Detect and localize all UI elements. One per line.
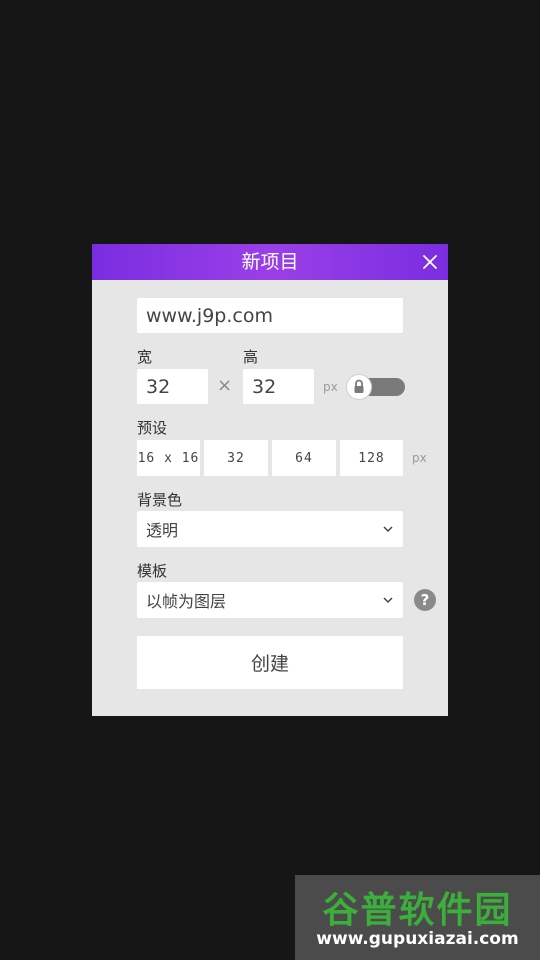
template-value: 以帧为图层 [146,592,227,611]
height-value: 32 [252,375,277,398]
times-symbol: × [217,375,233,396]
help-icon[interactable]: ? [414,589,436,611]
size-unit: px [323,380,338,394]
height-input[interactable]: 32 [243,369,314,404]
dialog-header: 新项目 [92,244,448,280]
template-select[interactable]: 以帧为图层 [137,582,403,618]
preset-32-button[interactable]: 32 [204,440,268,476]
preset-label: 预设 [137,419,168,437]
preset-128-button[interactable]: 128 [340,440,403,476]
watermark: 谷普软件园 www.gupuxiazai.com [295,875,540,960]
project-name-input[interactable]: www.j9p.com [137,298,403,333]
close-icon [423,255,437,269]
lock-icon [354,379,364,393]
dialog-title: 新项目 [241,251,299,273]
chevron-down-icon [383,526,393,533]
background-value: 透明 [146,521,179,540]
watermark-sub-text: www.gupuxiazai.com [316,929,519,949]
background-label: 背景色 [137,491,183,509]
watermark-main-text: 谷普软件园 [322,890,513,931]
aspect-lock-toggle[interactable] [346,374,406,400]
width-input[interactable]: 32 [137,369,208,404]
preset-64-button[interactable]: 64 [272,440,336,476]
preset-16x16-button[interactable]: 16 x 16 [137,440,200,476]
width-value: 32 [146,375,171,398]
height-label: 高 [243,348,259,366]
project-name-value: www.j9p.com [146,304,273,327]
create-button[interactable]: 创建 [137,636,403,689]
chevron-down-icon [383,597,393,604]
template-label: 模板 [137,562,168,580]
width-label: 宽 [137,348,153,366]
background-select[interactable]: 透明 [137,511,403,547]
preset-unit: px [412,451,427,465]
toggle-knob [346,374,372,400]
close-button[interactable] [418,250,442,274]
new-project-dialog: 新项目 www.j9p.com 宽 高 32 × 32 px 预设 16 x 1… [92,244,448,716]
